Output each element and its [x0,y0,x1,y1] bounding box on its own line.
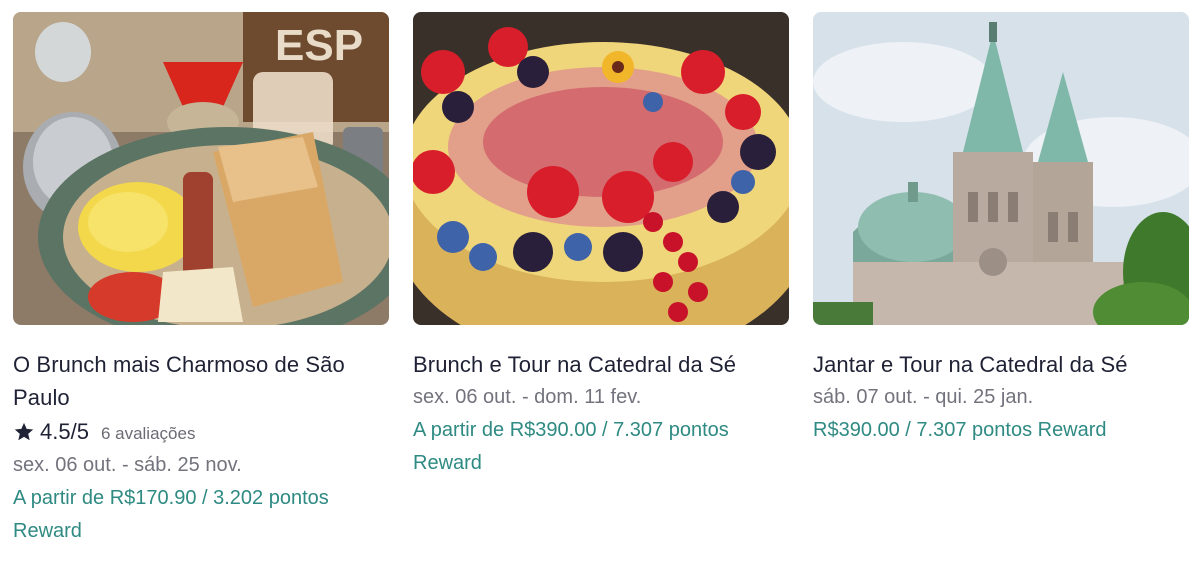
experience-title[interactable]: Brunch e Tour na Catedral da Sé [413,348,789,381]
experience-card[interactable]: Jantar e Tour na Catedral da Sé sáb. 07 … [813,12,1189,447]
cheesecake-image[interactable] [413,12,789,325]
experience-title[interactable]: O Brunch mais Charmoso de São Paulo [13,348,389,414]
date-range: sáb. 07 out. - qui. 25 jan. [813,386,1034,408]
date-range: sex. 06 out. - sáb. 25 nov. [13,454,242,476]
experience-card[interactable]: Brunch e Tour na Catedral da Sé sex. 06 … [413,12,789,480]
rating-value: 4.5/5 [40,419,89,444]
price: A partir de R$390.00 / 7.307 pontos Rewa… [413,419,729,474]
sign-text: ESP [275,21,363,70]
experience-cards-grid: ESP O Brunch mais Charmoso de São Paulo [0,0,1200,561]
date-range: sex. 06 out. - dom. 11 fev. [413,386,642,408]
rating: 4.5/5 6 avaliações [13,415,389,449]
experience-title[interactable]: Jantar e Tour na Catedral da Sé [813,348,1189,381]
price: A partir de R$170.90 / 3.202 pontos Rewa… [13,487,329,542]
price: R$390.00 / 7.307 pontos Reward [813,419,1107,441]
brunch-image[interactable]: ESP [13,12,389,325]
experience-card[interactable]: ESP O Brunch mais Charmoso de São Paulo [13,12,389,548]
cathedral-image[interactable] [813,12,1189,325]
review-count: 6 avaliações [100,423,196,443]
star-icon [14,422,34,441]
